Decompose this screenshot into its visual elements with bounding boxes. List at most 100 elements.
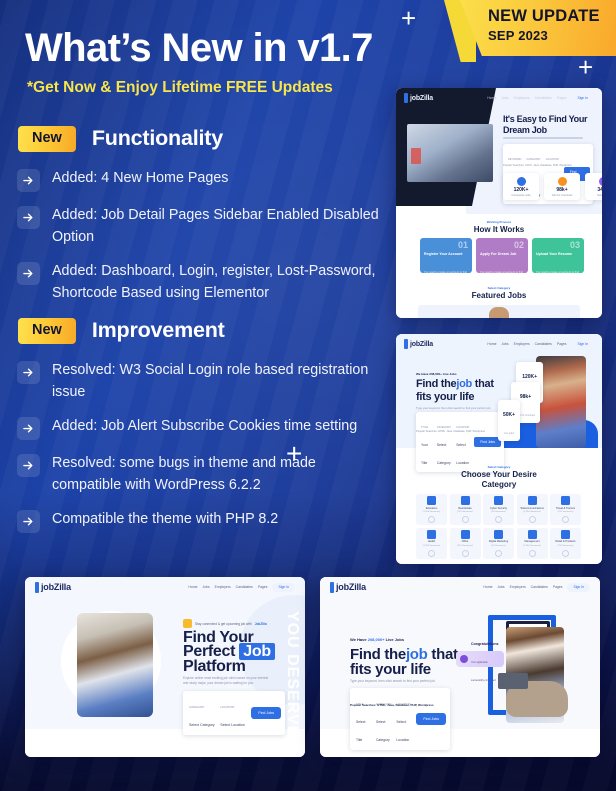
- nav-link-employers[interactable]: Employers: [215, 585, 231, 589]
- nav-link-home[interactable]: Home: [487, 342, 496, 346]
- find-jobs-button[interactable]: Find Jobs: [474, 437, 501, 447]
- nav-link-candidates[interactable]: Candidates: [535, 96, 552, 100]
- nav-link-pages[interactable]: Pages: [553, 585, 563, 589]
- search-field-location[interactable]: LOCATION Select Location: [456, 415, 469, 469]
- logo-mark-icon: [404, 339, 408, 349]
- category-card[interactable]: Education (1,254 Vacancies): [416, 494, 447, 525]
- category-title-line-2: Category: [481, 480, 517, 489]
- new-badge: New: [18, 318, 76, 344]
- category-vacancies: (1,254 Vacancies): [523, 544, 541, 547]
- ribbon-body: NEW UPDATE SEP 2023: [460, 0, 616, 56]
- nav-link-pages[interactable]: Pages: [258, 585, 268, 589]
- category-card[interactable]: Digital Marketing (53 Vacancies): [483, 527, 514, 559]
- chip-number: 98k+: [519, 393, 532, 400]
- nav-link-jobs[interactable]: Jobs: [202, 585, 209, 589]
- hero-pill: Stay connected & get upcoming job with J…: [183, 619, 267, 628]
- list-item-text: Added: Dashboard, Login, register, Lost-…: [52, 262, 376, 301]
- find-jobs-button[interactable]: Find Jobs: [416, 713, 446, 725]
- arrow-circle-icon: [528, 549, 536, 557]
- list-item: Resolved: some bugs in theme and made co…: [17, 452, 392, 496]
- category-card[interactable]: Management (1,254 Vacancies): [516, 527, 548, 559]
- logo[interactable]: jobZilla: [404, 339, 433, 349]
- category-card[interactable]: Telecommunications (1,254 Vacancies): [516, 494, 548, 525]
- sign-in-button[interactable]: Sign In: [571, 93, 594, 103]
- cyber-security-icon: [494, 496, 503, 505]
- mini-page: jobZilla Home Jobs Employers Candidates …: [25, 577, 305, 757]
- logo-mark-icon: [35, 581, 39, 593]
- field-value: Select Category: [375, 720, 390, 742]
- search-field-title[interactable]: TITLE Your Title: [421, 415, 432, 469]
- mini-navbar: jobZilla Home Jobs Employers Candidates …: [396, 88, 602, 108]
- mini-nav-links[interactable]: Home Jobs Employers Candidates Pages Sig…: [487, 93, 594, 103]
- category-card[interactable]: Office (751 Vacancies): [449, 527, 481, 559]
- nav-link-jobs[interactable]: Jobs: [501, 342, 508, 346]
- list-item: Resolved: W3 Social Login role based reg…: [17, 359, 392, 403]
- digital-marketing-icon: [494, 529, 503, 539]
- section-title: Improvement: [91, 318, 225, 343]
- hero-title-line-2: fits your life: [350, 661, 431, 678]
- nav-link-employers[interactable]: Employers: [510, 585, 526, 589]
- how-it-works-eyebrow: Working Process: [486, 220, 512, 224]
- search-field-location[interactable]: LOCATION Select Location: [396, 692, 411, 746]
- hero-search-bar[interactable]: TITLE Your Title CATEGORY Select Categor…: [416, 412, 504, 472]
- preview-screenshot-home-3[interactable]: jobZilla Home Jobs Employers Candidates …: [25, 577, 305, 757]
- sign-in-button[interactable]: Sign In: [571, 339, 594, 349]
- stat-card: 98k+ Job For Countries: [544, 173, 580, 200]
- nav-link-home[interactable]: Home: [487, 96, 496, 100]
- hero-photo-accent: [411, 148, 421, 164]
- search-field-category[interactable]: CATEGORY Select Category: [437, 415, 451, 469]
- nav-link-pages[interactable]: Pages: [557, 342, 567, 346]
- new-update-ribbon: NEW UPDATE SEP 2023: [444, 0, 616, 62]
- mini-navbar: jobZilla Home Jobs Employers Candidates …: [320, 577, 600, 597]
- mini-nav-links[interactable]: Home Jobs Employers Candidates Pages Sig…: [487, 339, 594, 349]
- field-value: Select Category: [436, 443, 451, 465]
- search-field-location[interactable]: LOCATION Select Location: [220, 695, 246, 731]
- telecommunications-icon: [527, 496, 537, 505]
- nav-link-candidates[interactable]: Candidates: [531, 585, 548, 589]
- nav-link-employers[interactable]: Employers: [514, 96, 530, 100]
- hero-search-bar[interactable]: TITLE Select Title CATEGORY Select Categ…: [350, 688, 450, 750]
- search-field-category[interactable]: CATEGORY Select Category: [189, 695, 215, 731]
- sign-in-button[interactable]: Sign In: [272, 582, 295, 592]
- nav-link-candidates[interactable]: Candidates: [236, 585, 253, 589]
- search-field-title[interactable]: TITLE Select Title: [356, 692, 371, 746]
- nav-link-jobs[interactable]: Jobs: [497, 585, 504, 589]
- popular-searches: Popular Searches: HTML, Java, Database, …: [350, 703, 434, 707]
- nav-link-home[interactable]: Home: [188, 585, 197, 589]
- step-number: 03: [569, 240, 580, 250]
- logo-text: jobZilla: [41, 582, 71, 592]
- nav-link-jobs[interactable]: Jobs: [501, 96, 508, 100]
- sign-in-button[interactable]: Sign In: [567, 582, 590, 592]
- category-vacancies: (751 Vacancies): [557, 511, 574, 513]
- hero-search-bar[interactable]: CATEGORY Select Category LOCATION Select…: [183, 691, 285, 735]
- toast-desc: Your application successfully completed: [471, 661, 496, 682]
- preview-screenshot-home-1[interactable]: jobZilla Home Jobs Employers Candidates …: [396, 88, 602, 318]
- category-grid: Education (1,254 Vacancies) Real Estate (7…: [416, 494, 582, 559]
- list-item: Added: Job Alert Subscribe Cookies time …: [17, 415, 392, 440]
- hero-title-part-2: that: [427, 646, 458, 663]
- field-label: LOCATION: [456, 426, 470, 429]
- logo[interactable]: jobZilla: [35, 581, 71, 593]
- search-field-category[interactable]: CATEGORY Select Category: [376, 692, 391, 746]
- preview-screenshot-home-2[interactable]: jobZilla Home Jobs Employers Candidates …: [396, 334, 602, 564]
- logo[interactable]: jobZilla: [330, 581, 366, 593]
- mini-nav-links[interactable]: Home Jobs Employers Candidates Pages Sig…: [188, 582, 295, 592]
- category-card[interactable]: Retail & Products (751 Vacancies): [550, 527, 581, 559]
- nav-link-candidates[interactable]: Candidates: [535, 342, 552, 346]
- category-card[interactable]: Health (1,254 Vacancies): [416, 527, 447, 559]
- category-card[interactable]: Travel & Tourism (751 Vacancies): [550, 494, 581, 525]
- vertical-tagline: YOU DESERVE!: [284, 611, 301, 744]
- mini-nav-links[interactable]: Home Jobs Employers Candidates Pages Sig…: [483, 582, 590, 592]
- stat-label: New Jobs: [597, 193, 602, 197]
- nav-link-pages[interactable]: Pages: [557, 96, 567, 100]
- find-jobs-button[interactable]: Find Jobs: [251, 707, 281, 719]
- nav-link-employers[interactable]: Employers: [514, 342, 530, 346]
- category-card[interactable]: Real Estate (751 Vacancies): [449, 494, 481, 525]
- preview-screenshot-home-4[interactable]: jobZilla Home Jobs Employers Candidates …: [320, 577, 600, 757]
- chip-number: 50K+: [503, 411, 516, 418]
- management-icon: [527, 529, 537, 539]
- category-card[interactable]: Cyber Security (53 Vacancies): [483, 494, 514, 525]
- nav-link-home[interactable]: Home: [483, 585, 492, 589]
- toast-title: Congratulations: [471, 642, 499, 646]
- logo[interactable]: jobZilla: [404, 93, 433, 103]
